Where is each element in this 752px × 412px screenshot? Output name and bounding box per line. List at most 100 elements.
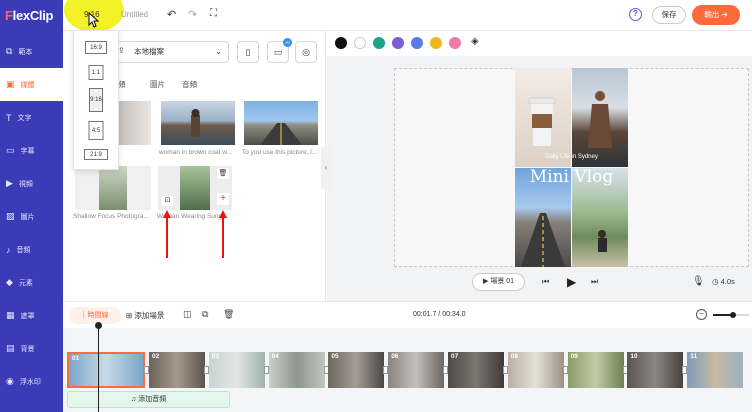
- add-scene-button[interactable]: ⊞ 添加場景: [126, 310, 164, 321]
- previous-icon[interactable]: ⏮: [542, 277, 549, 287]
- play-icon[interactable]: ▶: [567, 275, 576, 289]
- timeline-clip[interactable]: 11: [687, 352, 744, 388]
- overlay-icon: ▦: [6, 310, 15, 320]
- red-arrow-annotation-2: [219, 210, 227, 258]
- collage-caption: Daily Life in Sydney: [545, 154, 598, 160]
- next-icon[interactable]: ⏭: [591, 277, 598, 287]
- color-swatch[interactable]: [411, 37, 423, 49]
- export-label: 輸出: [704, 10, 720, 19]
- timeline-toolbar: ⏐ 時間線 ⊞ 添加場景 ◫ ⧉ 🗑 00:01.7 / 00:34.0 −: [63, 301, 752, 328]
- sidebar-item-elements[interactable]: ◆ 元素: [0, 266, 63, 299]
- add-audio-button[interactable]: ♫ 添加音頻: [67, 391, 230, 408]
- replace-icon[interactable]: ⊡: [162, 196, 173, 206]
- color-swatch[interactable]: [449, 37, 461, 49]
- playhead[interactable]: [98, 325, 99, 412]
- sidebar-item-subtitle[interactable]: ▭ 字幕: [0, 134, 63, 167]
- color-swatch[interactable]: [392, 37, 404, 49]
- ai-caption-button[interactable]: ▭ AI: [267, 38, 292, 63]
- sidebar-item-overlay[interactable]: ▦ 遮罩: [0, 299, 63, 332]
- color-swatch[interactable]: [335, 37, 347, 49]
- sidebar-item-label: 範本: [18, 48, 33, 56]
- ratio-option-21-9[interactable]: 21:9: [84, 149, 108, 160]
- sidebar-item-music[interactable]: ♪ 音頻: [0, 233, 63, 266]
- thumb-portrait: [180, 166, 210, 210]
- collapse-panel-button[interactable]: ‹: [321, 147, 331, 189]
- thumb-scene: [191, 109, 200, 137]
- duplicate-icon[interactable]: ⧉: [202, 309, 208, 320]
- clip-number: 11: [690, 353, 698, 360]
- color-swatch[interactable]: [430, 37, 442, 49]
- ratio-option-1-1[interactable]: 1:1: [88, 65, 104, 80]
- color-swatch[interactable]: [354, 37, 366, 49]
- tab-video[interactable]: 頻: [118, 79, 150, 90]
- time-readout: 00:01.7 / 00:34.0: [413, 311, 466, 318]
- timeline-clip[interactable]: 01: [67, 352, 145, 388]
- timeline-clip[interactable]: 08: [507, 352, 564, 388]
- background-icon: ▤: [6, 343, 15, 353]
- media-thumb-3[interactable]: [244, 101, 318, 145]
- media-thumb-5[interactable]: ⊡ 🗑 +: [158, 166, 232, 210]
- aspect-ratio-button[interactable]: 9:16: [64, 0, 124, 32]
- ratio-option-16-9[interactable]: 16:9: [85, 41, 107, 54]
- document-title[interactable]: Untitled: [121, 10, 148, 19]
- tab-audio[interactable]: 音頻: [182, 79, 214, 90]
- sidebar-item-text[interactable]: T 文字: [0, 101, 63, 134]
- ratio-option-9-16[interactable]: 9:16: [89, 88, 103, 112]
- zoom-slider[interactable]: [713, 312, 749, 318]
- timeline-clip[interactable]: 10: [627, 352, 684, 388]
- sidebar-item-watermark[interactable]: ◉ 浮水印: [0, 365, 63, 398]
- sidebar-item-folder[interactable]: ▣ 媒體: [0, 68, 63, 101]
- sidebar-item-label: 文字: [17, 114, 32, 122]
- timeline-clip[interactable]: 06: [388, 352, 445, 388]
- timeline-tab[interactable]: ⏐ 時間線: [69, 307, 121, 324]
- timeline-clip[interactable]: 03: [208, 352, 265, 388]
- timeline-clip[interactable]: 05: [328, 352, 385, 388]
- undo-icon[interactable]: ↶: [167, 8, 176, 21]
- top-header: 9:16 Untitled ↶ ↷ ⛶ ? 保存 輸出 ➔: [63, 0, 752, 32]
- media-caption-3: To you use this picture, l...: [242, 149, 318, 156]
- video-icon: ▶: [6, 178, 13, 188]
- zoom-knob[interactable]: [730, 312, 736, 318]
- timeline-clip[interactable]: 09: [567, 352, 624, 388]
- sidebar-item-image[interactable]: ▨ 圖片: [0, 200, 63, 233]
- clip-number: 03: [211, 353, 220, 360]
- export-button[interactable]: 輸出 ➔: [692, 5, 740, 25]
- sidebar-item-template[interactable]: ⧉ 範本: [0, 35, 63, 68]
- mouse-cursor-icon: [88, 12, 99, 28]
- microphone-icon[interactable]: 🎙: [692, 276, 705, 287]
- timeline-clip[interactable]: 04: [268, 352, 325, 388]
- sidebar-item-label: 字幕: [20, 147, 35, 155]
- duration-control[interactable]: ◷ 4.0s: [712, 277, 735, 286]
- tab-image[interactable]: 圖片: [150, 79, 182, 90]
- fullscreen-icon[interactable]: ⛶: [210, 8, 217, 19]
- sidebar-item-label: 背景: [20, 345, 35, 353]
- collage-coffee: [515, 68, 571, 167]
- save-button[interactable]: 保存: [652, 6, 686, 24]
- split-icon[interactable]: ◫: [183, 309, 192, 320]
- media-thumb-4[interactable]: [75, 166, 151, 210]
- ratio-option-4-5[interactable]: 4:5: [88, 121, 104, 140]
- timeline-clip[interactable]: 07: [448, 352, 504, 388]
- phone-upload-button[interactable]: ▯: [237, 41, 259, 63]
- sidebar-item-label: 視頻: [18, 180, 33, 188]
- sidebar-item-video[interactable]: ▶ 視頻: [0, 167, 63, 200]
- color-swatch[interactable]: [373, 37, 385, 49]
- record-button[interactable]: ◎: [295, 41, 317, 63]
- source-dropdown[interactable]: 本地檔案 ⌄: [113, 41, 229, 63]
- timeline-clip[interactable]: 02: [149, 352, 205, 388]
- redo-icon[interactable]: ↷: [188, 8, 197, 21]
- add-to-timeline-icon[interactable]: +: [217, 193, 229, 205]
- scene-play-button[interactable]: ▶ 場景 01: [472, 273, 525, 291]
- media-caption-2: woman in brown coat w...: [159, 149, 232, 156]
- sidebar-item-background[interactable]: ▤ 背景: [0, 332, 63, 365]
- logo-initial: F: [5, 8, 13, 23]
- media-thumb-2[interactable]: [161, 101, 235, 145]
- trash-icon[interactable]: 🗑: [223, 309, 234, 320]
- paint-bucket-icon[interactable]: ◈: [471, 36, 479, 47]
- zoom-out-icon[interactable]: −: [696, 309, 707, 320]
- delete-icon[interactable]: 🗑: [217, 168, 229, 179]
- help-icon[interactable]: ?: [629, 8, 642, 21]
- flexclip-logo[interactable]: FlexClip: [5, 8, 53, 23]
- elements-icon: ◆: [6, 277, 13, 287]
- video-preview-collage[interactable]: Daily Life in Sydney Mini Vlog: [515, 68, 628, 267]
